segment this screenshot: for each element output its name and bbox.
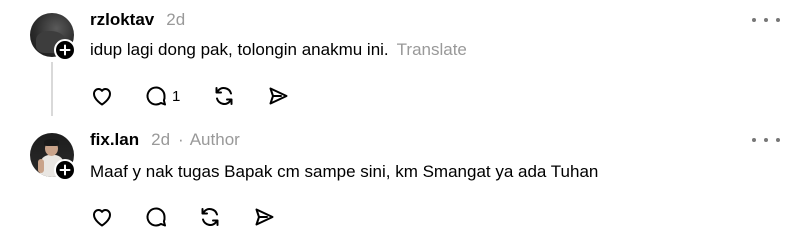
timestamp[interactable]: 2d bbox=[166, 10, 185, 30]
plus-icon bbox=[59, 44, 71, 56]
like-button[interactable] bbox=[90, 204, 144, 230]
thread-line bbox=[51, 62, 53, 116]
more-options-button[interactable] bbox=[752, 12, 780, 28]
comment-header: fix.lan 2d · Author bbox=[90, 128, 240, 152]
send-paper-plane-icon bbox=[269, 87, 288, 105]
heart-icon bbox=[93, 209, 111, 227]
reply-button[interactable]: 1 bbox=[144, 83, 212, 109]
avatar-wrap[interactable] bbox=[30, 13, 76, 61]
share-button[interactable] bbox=[252, 204, 292, 230]
more-options-button[interactable] bbox=[752, 132, 780, 148]
reply-button[interactable] bbox=[144, 204, 198, 230]
translate-link[interactable]: Translate bbox=[397, 40, 467, 59]
send-paper-plane-icon bbox=[255, 208, 274, 226]
username[interactable]: rzloktav bbox=[90, 10, 154, 30]
repost-button[interactable] bbox=[198, 204, 252, 230]
timestamp[interactable]: 2d bbox=[151, 130, 170, 150]
follow-button[interactable] bbox=[54, 39, 76, 61]
username[interactable]: fix.lan bbox=[90, 130, 139, 150]
comment-text-row: Maaf y nak tugas Bapak cm sampe sini, km… bbox=[90, 162, 598, 182]
more-dots-icon bbox=[752, 18, 756, 22]
more-dots-icon bbox=[752, 138, 756, 142]
author-badge: Author bbox=[189, 130, 240, 149]
avatar-wrap[interactable] bbox=[30, 133, 76, 181]
like-button[interactable] bbox=[90, 83, 144, 109]
plus-icon bbox=[59, 164, 71, 176]
comment-text-row: idup lagi dong pak, tolongin anakmu ini.… bbox=[90, 40, 467, 60]
action-bar: 1 bbox=[90, 83, 306, 109]
repost-arrows-icon bbox=[215, 87, 233, 105]
repost-button[interactable] bbox=[212, 83, 266, 109]
comment-item: rzloktav 2d idup lagi dong pak, tolongin… bbox=[0, 0, 800, 120]
separator: · bbox=[178, 130, 184, 149]
action-bar bbox=[90, 204, 292, 230]
share-button[interactable] bbox=[266, 83, 306, 109]
repost-arrows-icon bbox=[201, 208, 219, 226]
follow-button[interactable] bbox=[54, 159, 76, 181]
comment-text: Maaf y nak tugas Bapak cm sampe sini, km… bbox=[90, 162, 599, 181]
reply-count: 1 bbox=[172, 87, 181, 105]
comment-bubble-icon bbox=[146, 86, 166, 106]
comment-text: idup lagi dong pak, tolongin anakmu ini. bbox=[90, 40, 389, 59]
comment-bubble-icon bbox=[146, 207, 166, 227]
comment-item: fix.lan 2d · Author Maaf y nak tugas Bap… bbox=[0, 120, 800, 241]
heart-icon bbox=[93, 88, 111, 106]
comment-header: rzloktav 2d bbox=[90, 8, 185, 32]
